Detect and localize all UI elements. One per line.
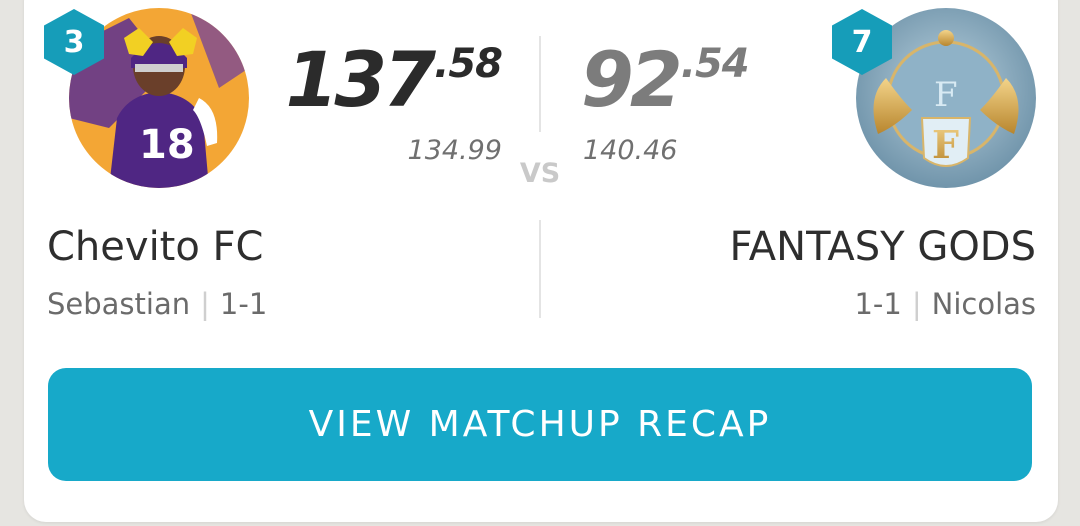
home-projected-score: 134.99 [407, 135, 502, 166]
away-projected-score: 140.46 [583, 135, 678, 166]
away-record: 1-1 [854, 287, 902, 321]
away-score-integer: 92 [581, 35, 683, 124]
team-divider [539, 220, 541, 318]
home-owner-name: Sebastian [47, 287, 191, 321]
svg-text:18: 18 [139, 122, 195, 168]
meta-separator: | [200, 287, 210, 321]
away-rank-number: 7 [851, 24, 873, 60]
home-record: 1-1 [219, 287, 268, 321]
svg-text:F: F [932, 122, 959, 167]
home-score-integer: 137 [285, 35, 436, 124]
view-matchup-recap-button[interactable]: VIEW MATCHUP RECAP [48, 368, 1032, 481]
svg-text:F: F [934, 75, 958, 115]
away-team-meta: 1-1 | Nicolas [854, 287, 1036, 321]
matchup-card: 18 3 F F 7 137.58 92.54 134.99 140.46 VS… [24, 0, 1058, 522]
away-score-decimal: .54 [680, 41, 750, 87]
away-team-name[interactable]: FANTASY GODS [729, 224, 1036, 270]
vs-label: VS [519, 158, 561, 189]
home-score: 137.58 [285, 41, 503, 118]
home-rank-number: 3 [63, 24, 85, 60]
home-score-decimal: .58 [434, 41, 503, 87]
score-divider [539, 36, 541, 132]
home-team-meta: Sebastian | 1-1 [47, 287, 267, 321]
away-score: 92.54 [581, 41, 750, 118]
meta-separator: | [911, 287, 922, 321]
home-team-name[interactable]: Chevito FC [47, 224, 263, 270]
away-owner-name: Nicolas [931, 287, 1036, 321]
